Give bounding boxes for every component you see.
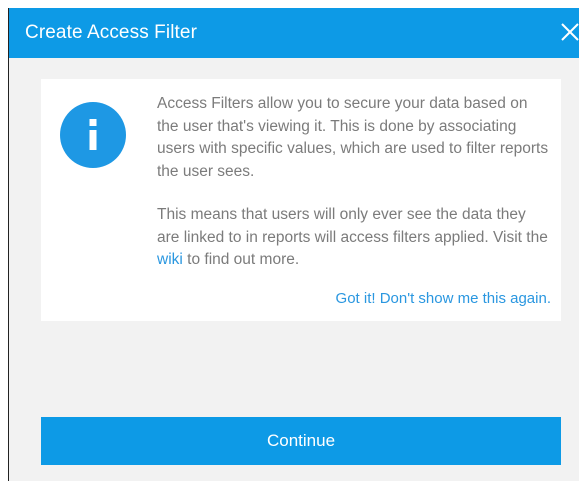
wiki-link[interactable]: wiki	[157, 251, 183, 268]
info-panel: Access Filters allow you to secure your …	[41, 79, 561, 321]
create-access-filter-dialog: Create Access Filter Access Filters allo…	[8, 8, 579, 481]
dont-show-again-link[interactable]: Got it! Don't show me this again.	[336, 289, 551, 309]
details-paragraph: This means that users will only ever see…	[157, 204, 549, 272]
dialog-titlebar: Create Access Filter	[9, 8, 579, 58]
details-text-after: to find out more.	[182, 251, 300, 268]
intro-paragraph: Access Filters allow you to secure your …	[157, 95, 549, 180]
continue-button[interactable]: Continue	[41, 417, 561, 465]
details-text-before: This means that users will only ever see…	[157, 206, 548, 246]
info-icon	[60, 102, 126, 168]
dialog-title: Create Access Filter	[25, 22, 197, 43]
close-icon[interactable]	[556, 18, 579, 46]
